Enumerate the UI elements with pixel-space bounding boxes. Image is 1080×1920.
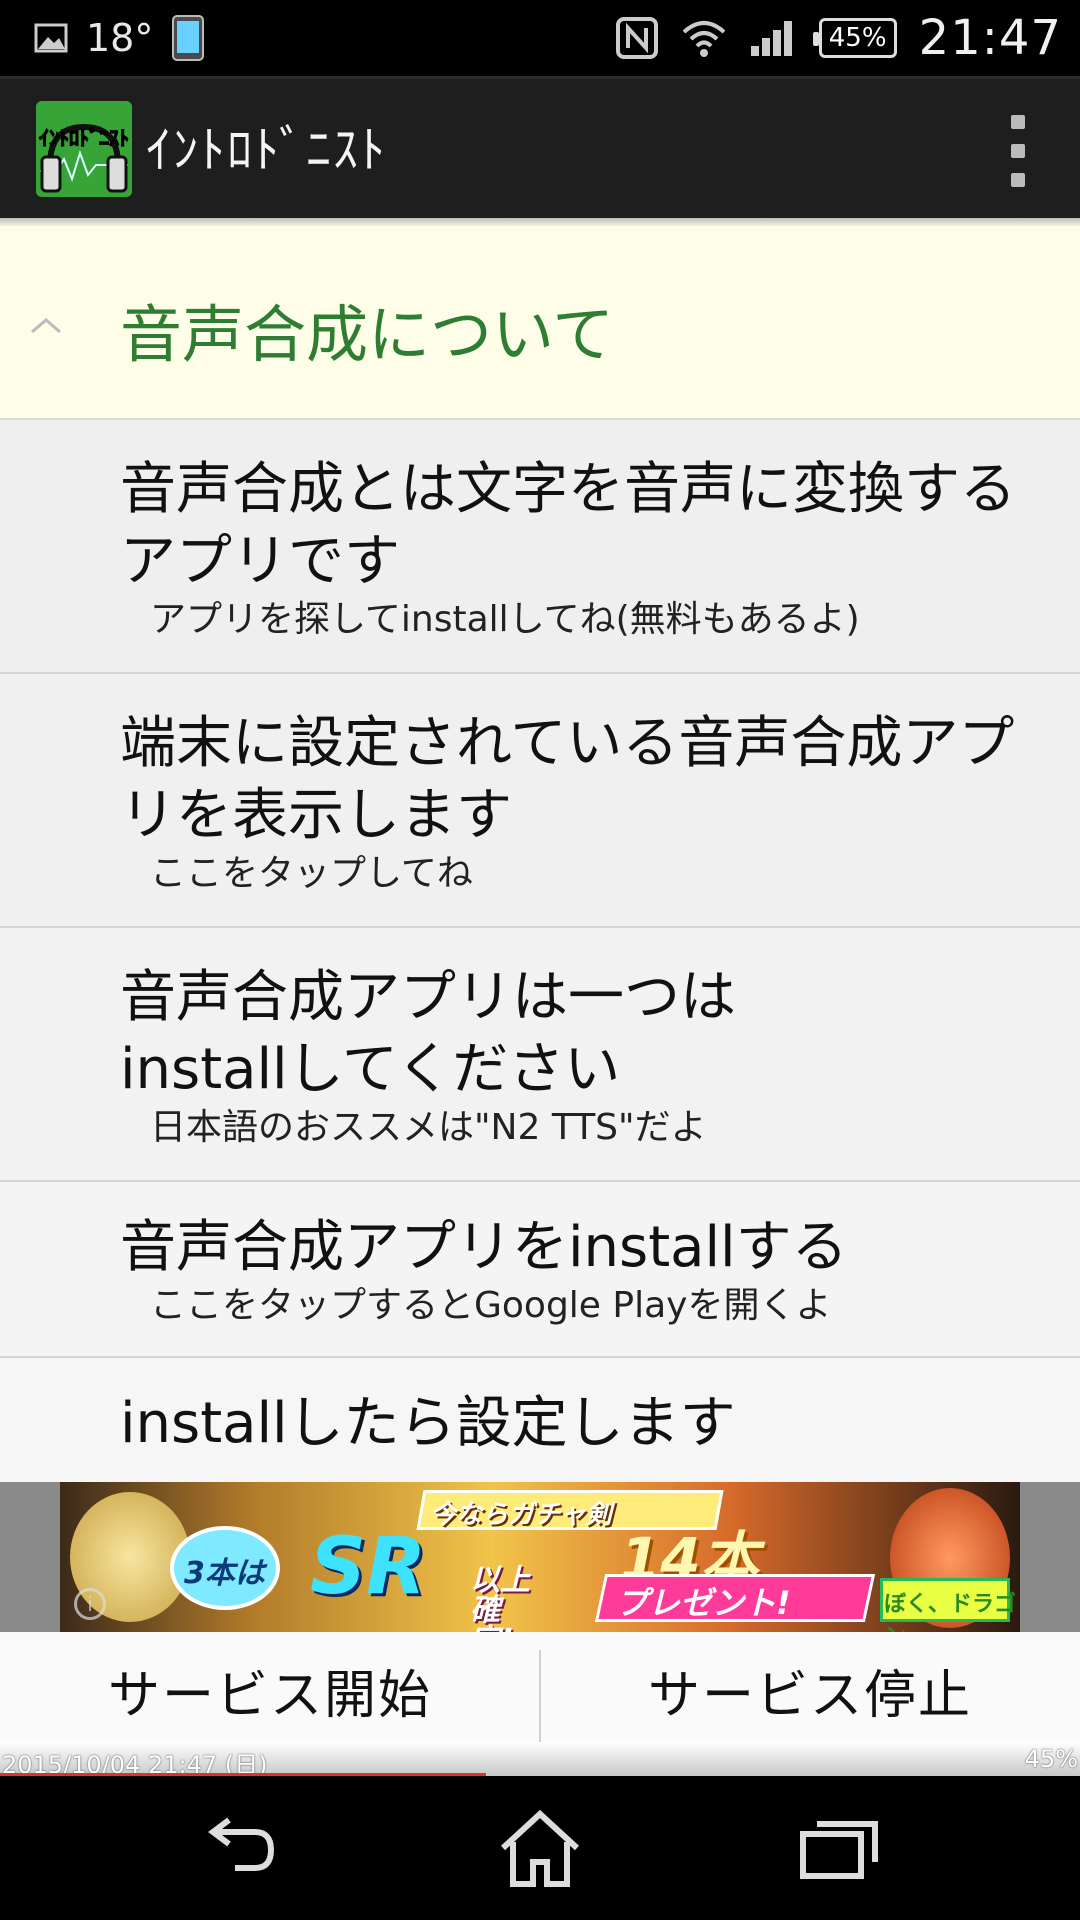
list-item-install-required[interactable]: 音声合成アプリは一つはinstallしてください 日本語のおススメは"N2 TT…	[0, 928, 1080, 1182]
ad-area: 3本は 今ならガチャ剣 14本 SR 以上確定! プレゼント! ぼく、ドラゴン …	[0, 1482, 1080, 1632]
ad-text-brand: ぼく、ドラゴン	[884, 1592, 1017, 1632]
back-icon[interactable]	[195, 1806, 285, 1890]
ad-text-top: 今ならガチャ剣	[430, 1500, 612, 1530]
list-item-title: installしたら設定します	[120, 1391, 736, 1456]
ad-info-icon[interactable]: i	[74, 1588, 106, 1620]
list-item-subtitle: ここをタップしてね	[150, 853, 473, 894]
wifi-icon	[682, 21, 726, 57]
list-item-title: 音声合成アプリをinstallする	[120, 1215, 848, 1280]
status-bar: 18° 45% 21:47	[0, 0, 1080, 76]
list-item-configure-after-install[interactable]: installしたら設定します	[0, 1358, 1080, 1484]
recent-apps-icon[interactable]	[795, 1806, 885, 1890]
signal-icon	[750, 21, 792, 56]
section-header-speech-synthesis[interactable]: 音声合成について	[0, 226, 1080, 420]
percent-text: 45%	[1024, 1745, 1078, 1773]
service-start-button[interactable]: サービス開始	[0, 1632, 540, 1742]
service-bar: サービス開始 サービス停止	[0, 1632, 1080, 1742]
battery-icon: 45%	[812, 18, 897, 58]
info-strip: 2015/10/04 21:47 (日) 45%	[0, 1742, 1080, 1779]
clock: 21:47	[918, 10, 1062, 66]
ad-text-sr-suffix: 以上確定!	[470, 1563, 530, 1633]
ad-text-sr: SR	[310, 1522, 427, 1612]
list-item-about-tts[interactable]: 音声合成とは文字を音声に変換するアプリです アプリを探してinstallしてね(…	[0, 420, 1080, 674]
navigation-bar	[0, 1776, 1080, 1920]
action-bar: ｲﾝﾄﾛﾄﾞﾆｽﾄ ｲﾝﾄﾛﾄﾞﾆｽﾄ	[0, 76, 1080, 218]
headphones-logo-icon: ｲﾝﾄﾛﾄﾞﾆｽﾄ	[36, 101, 132, 197]
home-icon[interactable]	[495, 1806, 585, 1890]
temperature-text: 18°	[86, 16, 154, 60]
list-item-subtitle: 日本語のおススメは"N2 TTS"だよ	[150, 1107, 707, 1148]
app-icon-text: ｲﾝﾄﾛﾄﾞﾆｽﾄ	[39, 126, 129, 150]
overflow-menu-icon[interactable]	[1008, 115, 1028, 187]
gallery-notification-icon	[34, 23, 68, 53]
list-item-subtitle: ここをタップするとGoogle Playを開くよ	[150, 1285, 832, 1326]
phone-notification-icon	[172, 15, 205, 61]
section-title: 音声合成について	[120, 298, 615, 371]
service-stop-button[interactable]: サービス停止	[540, 1632, 1080, 1742]
app-icon[interactable]: ｲﾝﾄﾛﾄﾞﾆｽﾄ	[36, 101, 132, 197]
chevron-up-icon	[31, 318, 61, 334]
app-title: ｲﾝﾄﾛﾄﾞﾆｽﾄ	[146, 121, 387, 179]
list-item-title: 音声合成とは文字を音声に変換するアプリです	[120, 457, 1016, 594]
list-item-subtitle: アプリを探してinstallしてね(無料もあるよ)	[150, 599, 860, 640]
list-item-title: 端末に設定されている音声合成アプリを表示します	[120, 711, 1015, 848]
list-item-title: 音声合成アプリは一つはinstallしてください	[120, 965, 736, 1102]
list-item-install-tts[interactable]: 音声合成アプリをinstallする ここをタップするとGoogle Playを開…	[0, 1182, 1080, 1358]
ad-banner[interactable]: 3本は 今ならガチャ剣 14本 SR 以上確定! プレゼント! ぼく、ドラゴン …	[60, 1482, 1020, 1632]
list-item-show-tts-apps[interactable]: 端末に設定されている音声合成アプリを表示します ここをタップしてね	[0, 674, 1080, 928]
ad-text-prefix: 3本は	[184, 1556, 265, 1591]
nfc-icon	[615, 17, 658, 59]
settings-list: 音声合成とは文字を音声に変換するアプリです アプリを探してinstallしてね(…	[0, 420, 1080, 1484]
ad-text-present: プレゼント!	[616, 1584, 791, 1622]
battery-percent: 45%	[828, 23, 887, 53]
action-bar-shadow	[0, 218, 1080, 226]
